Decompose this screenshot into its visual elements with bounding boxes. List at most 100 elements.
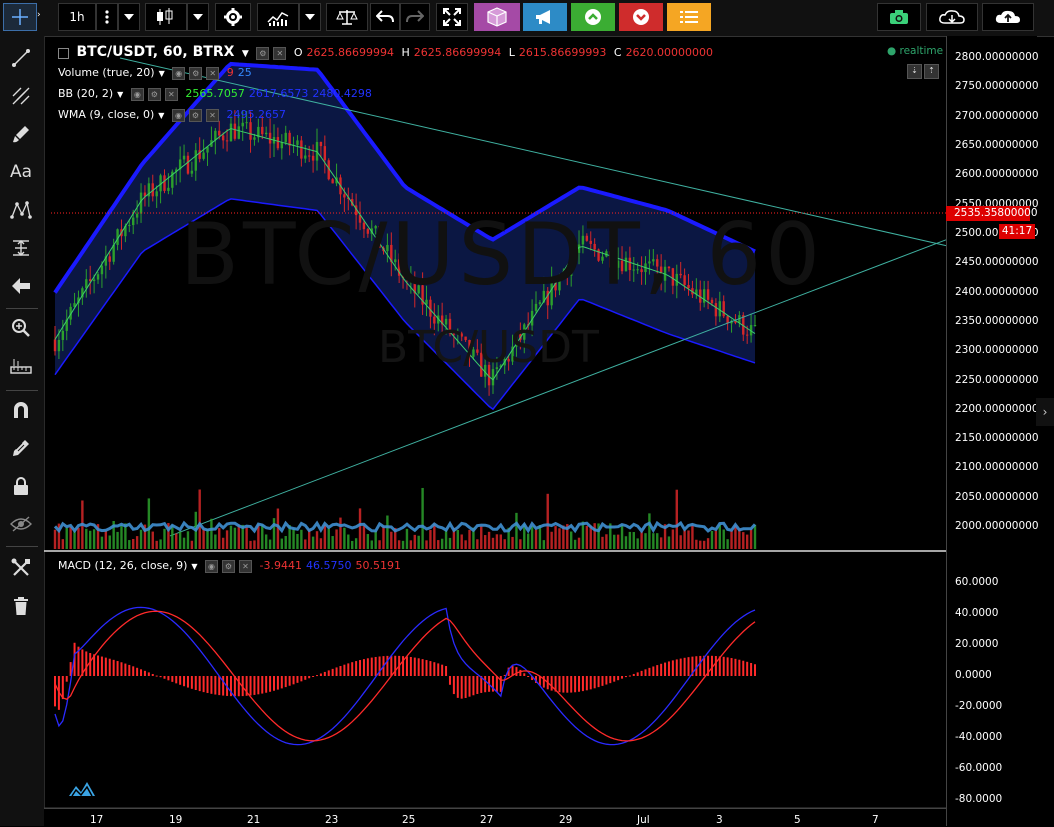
bb-lower-value: 2480.4298 (312, 87, 372, 100)
volume-bar (464, 540, 467, 549)
volume-bar (448, 537, 452, 549)
right-panel-expand-handle[interactable]: › (1036, 398, 1054, 426)
volume-bar (163, 528, 166, 549)
settings-icon[interactable]: ⚙ (222, 559, 236, 573)
volume-bar (280, 538, 284, 549)
volume-bar (370, 540, 373, 549)
time-axis[interactable]: 17 19 21 23 25 27 29 Jul 3 5 7 (44, 808, 946, 827)
high-label: H (401, 46, 410, 59)
volume-bar (691, 524, 694, 549)
macd-label[interactable]: MACD (12, 26, close, 9) (58, 559, 187, 572)
volume-bar (530, 526, 534, 549)
volume-bar (253, 540, 256, 549)
settings-icon[interactable]: ⚙ (189, 66, 203, 80)
close-icon[interactable]: ✕ (164, 87, 178, 101)
macd-histogram-bar (742, 660, 745, 676)
volume-bar (417, 535, 420, 549)
macd-histogram-bar (143, 670, 146, 676)
macd-histogram-bar (136, 667, 139, 676)
macd-histogram-bar (425, 660, 428, 676)
macd-histogram-bar (628, 675, 631, 677)
macd-histogram-bar (300, 676, 303, 682)
close-icon[interactable]: ✕ (273, 46, 287, 60)
macd-histogram-bar (124, 663, 127, 676)
chevron-down-icon[interactable]: ▼ (191, 562, 197, 571)
close-icon[interactable]: ✕ (206, 66, 220, 80)
volume-bar (620, 525, 624, 549)
volume-bar (648, 513, 651, 549)
volume-bar (734, 524, 737, 549)
volume-bar (233, 527, 237, 549)
eye-icon[interactable]: ◉ (171, 108, 185, 122)
settings-icon[interactable]: ⚙ (256, 46, 270, 60)
volume-bar (652, 533, 655, 549)
macd-histogram-bar (100, 656, 103, 676)
eye-icon[interactable]: ◉ (172, 66, 186, 80)
bb-label[interactable]: BB (20, 2) (58, 87, 113, 100)
scroll-down-icon[interactable]: ⇣ (907, 64, 922, 79)
eye-icon[interactable]: ◉ (205, 559, 219, 573)
candle-body (186, 155, 190, 174)
price-tick-label: 2200.00000000 (955, 402, 1039, 415)
macd-line-value: 46.5750 (305, 559, 352, 572)
candle-body (276, 137, 280, 149)
wma-label[interactable]: WMA (9, close, 0) (58, 108, 154, 121)
macd-histogram-bar (265, 676, 268, 693)
candle-body (108, 256, 111, 262)
volume-bar (546, 493, 549, 549)
scroll-up-icon[interactable]: ⇡ (924, 64, 939, 79)
volume-bar (198, 489, 201, 549)
chevron-down-icon[interactable]: ▼ (242, 49, 249, 59)
macd-histogram-bar (269, 676, 272, 692)
candle-body (745, 334, 749, 336)
volume-bar (210, 518, 213, 549)
volume-bar (202, 528, 205, 549)
chevron-down-icon[interactable]: ▼ (117, 90, 123, 99)
macd-histogram-bar (179, 676, 182, 685)
candle-body (85, 279, 88, 289)
volume-bar (304, 539, 307, 549)
wma-value: 2495.2657 (226, 108, 286, 121)
time-tick-label: Jul (637, 814, 650, 826)
volume-bar (65, 527, 68, 549)
volume-bar (726, 539, 729, 549)
macd-histogram-bar (355, 661, 358, 676)
volume-bar (319, 538, 323, 549)
volume-bar (683, 530, 686, 549)
close-icon[interactable]: ✕ (205, 108, 219, 122)
macd-histogram-bar (218, 676, 221, 696)
candle-body (218, 130, 221, 136)
symbol-title[interactable]: BTC/USDT, 60, BTRX (77, 44, 235, 60)
settings-icon[interactable]: ⚙ (188, 108, 202, 122)
volume-bar (519, 539, 522, 549)
macd-histogram-bar (417, 658, 420, 676)
price-axis[interactable]: 2800.00000000 2750.00000000 2700.00000000 2… (946, 36, 1039, 826)
volume-bar (593, 523, 596, 549)
volume-bar (108, 535, 111, 549)
macd-histogram-bar (476, 676, 479, 694)
volume-bar (327, 528, 330, 549)
macd-tick-label: -60.0000 (955, 762, 1003, 774)
close-icon[interactable]: ✕ (239, 559, 253, 573)
eye-icon[interactable]: ◉ (130, 87, 144, 101)
settings-icon[interactable]: ⚙ (147, 87, 161, 101)
macd-histogram-bar (167, 676, 170, 681)
macd-histogram-bar (316, 675, 319, 677)
volume-bar (401, 540, 405, 549)
macd-histogram-bar (527, 676, 530, 677)
scroll-buttons: ⇣ ⇡ (907, 61, 941, 80)
volume-bar (616, 534, 620, 549)
collapse-legend-icon[interactable] (58, 47, 69, 59)
macd-histogram-value: -3.9441 (259, 559, 302, 572)
macd-histogram-bar (159, 676, 162, 678)
volume-bar (656, 533, 659, 549)
chevron-down-icon[interactable]: ▼ (158, 111, 164, 120)
volume-bar (92, 529, 96, 549)
candle-body (233, 123, 237, 139)
volume-bar (437, 540, 440, 549)
price-chart[interactable] (0, 0, 1054, 826)
macd-histogram-bar (390, 655, 393, 676)
volume-label[interactable]: Volume (true, 20) (58, 66, 155, 79)
chevron-down-icon[interactable]: ▼ (159, 69, 165, 78)
volume-bar (159, 539, 162, 549)
